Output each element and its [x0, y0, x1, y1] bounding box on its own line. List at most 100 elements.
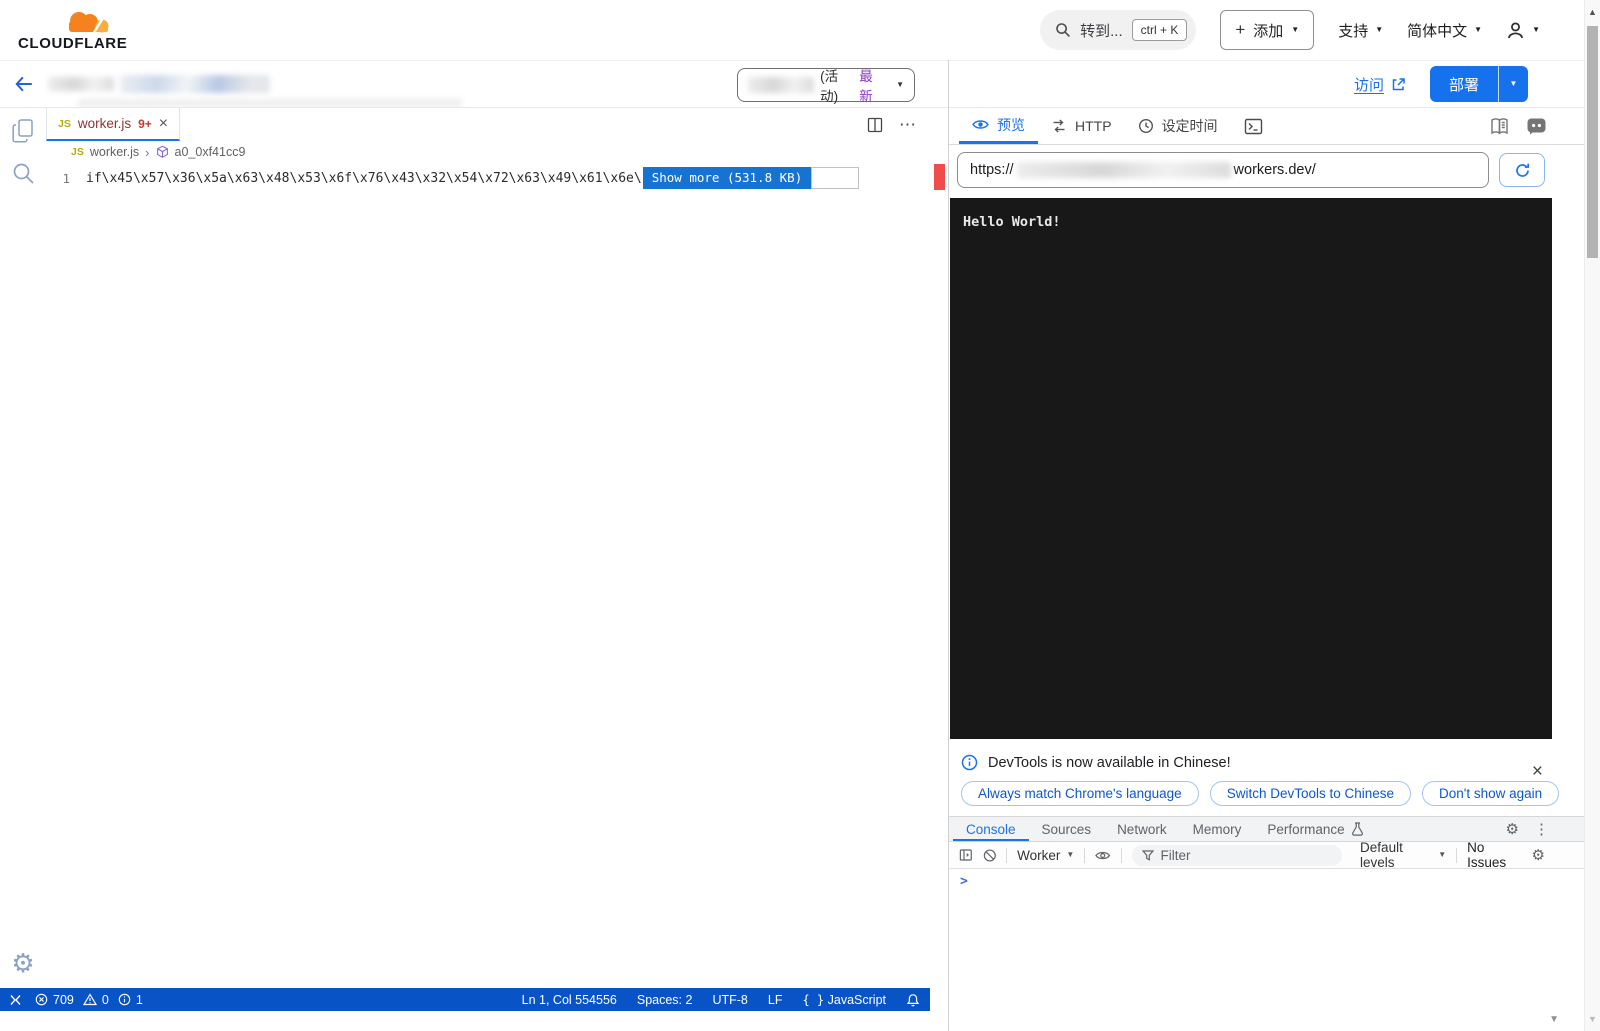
- deploy-button[interactable]: 部署: [1430, 66, 1498, 102]
- console-output[interactable]: >: [949, 869, 1585, 1019]
- preview-frame[interactable]: Hello World!: [950, 198, 1552, 739]
- console-prompt[interactable]: >: [960, 874, 968, 889]
- remote-indicator-icon[interactable]: [8, 993, 23, 1007]
- discord-icon[interactable]: [1526, 117, 1547, 135]
- redacted-worker-name: [120, 75, 270, 93]
- tab-label: Console: [966, 822, 1016, 837]
- info-count: 1: [136, 993, 143, 1007]
- execution-context-dropdown[interactable]: Worker ▼: [1017, 848, 1074, 863]
- language-mode[interactable]: { } JavaScript: [802, 993, 886, 1007]
- tab-schedule-label: 设定时间: [1162, 116, 1218, 136]
- worker-toolbar: (活动) 最新 ▼ 访问 部署 ▼: [0, 60, 1584, 108]
- console-sidebar-icon[interactable]: [959, 848, 973, 862]
- split-editor-icon[interactable]: [867, 117, 883, 133]
- terminal-tab-button[interactable]: [1231, 108, 1276, 144]
- devtools-tab-console[interactable]: Console: [953, 817, 1029, 841]
- preview-panel: 预览 HTTP 设定时间: [949, 108, 1585, 1031]
- devtools-tab-performance[interactable]: Performance: [1254, 817, 1376, 841]
- search-icon: [1055, 22, 1071, 38]
- devtools-menu-icon[interactable]: ⋮: [1534, 822, 1549, 837]
- devtools-tab-bar: Console Sources Network Memory Performan…: [949, 816, 1585, 842]
- problems-indicator[interactable]: 709 0 1: [35, 993, 143, 1007]
- version-dropdown[interactable]: (活动) 最新 ▼: [737, 68, 915, 102]
- refresh-button[interactable]: [1499, 153, 1545, 187]
- issues-counter[interactable]: No Issues: [1467, 840, 1521, 870]
- editor-status-bar: 709 0 1 Ln 1, Col 554556 Spaces: 2 UTF-8…: [0, 988, 930, 1011]
- console-settings-icon[interactable]: ⚙: [1532, 848, 1545, 863]
- tab-schedule[interactable]: 设定时间: [1125, 108, 1231, 144]
- chevron-down-icon: ▼: [1375, 26, 1383, 34]
- notifications-bell-icon[interactable]: [906, 993, 920, 1007]
- page-scrollbar[interactable]: ▲ ▼: [1584, 0, 1600, 1031]
- back-button[interactable]: [14, 75, 34, 93]
- logo-wordmark: CLOUDFLARE: [18, 35, 127, 52]
- settings-gear-icon[interactable]: ⚙: [11, 950, 34, 976]
- banner-close-icon[interactable]: ×: [1532, 762, 1543, 781]
- devtools-language-banner: DevTools is now available in Chinese! ×: [949, 750, 1585, 775]
- tab-worker-js[interactable]: JS worker.js 9+ ×: [46, 108, 180, 141]
- eol-setting[interactable]: LF: [768, 993, 783, 1007]
- cursor-position[interactable]: Ln 1, Col 554556: [522, 993, 617, 1007]
- toolbar-divider: [1456, 848, 1457, 863]
- dont-show-again-button[interactable]: Don't show again: [1422, 781, 1559, 806]
- search-sidebar-icon[interactable]: [11, 161, 36, 186]
- tab-label: Memory: [1193, 822, 1242, 837]
- refresh-icon: [1514, 162, 1531, 179]
- url-prefix: https://: [970, 162, 1014, 178]
- external-link-icon: [1391, 77, 1406, 92]
- switch-chinese-button[interactable]: Switch DevTools to Chinese: [1210, 781, 1411, 806]
- truncated-content-box: [811, 167, 859, 189]
- redacted-subdomain: [1017, 162, 1231, 178]
- show-more-button[interactable]: Show more (531.8 KB): [643, 167, 812, 189]
- match-language-button[interactable]: Always match Chrome's language: [961, 781, 1199, 806]
- redacted-account-name: [48, 77, 114, 91]
- deploy-options-button[interactable]: ▼: [1498, 66, 1528, 102]
- tab-label: Sources: [1042, 822, 1092, 837]
- devtools-settings-icon[interactable]: ⚙: [1506, 822, 1519, 837]
- flask-icon: [1351, 822, 1364, 836]
- devtools-tab-network[interactable]: Network: [1104, 817, 1180, 841]
- global-search[interactable]: 转到... ctrl + K: [1040, 10, 1196, 50]
- clear-console-icon[interactable]: [983, 848, 997, 863]
- editor-tab-bar: JS worker.js 9+ × ⋯: [46, 108, 930, 141]
- language-menu[interactable]: 简体中文 ▼: [1407, 20, 1482, 41]
- devtools-tab-memory[interactable]: Memory: [1180, 817, 1255, 841]
- code-line-1[interactable]: 1 if\x45\x57\x36\x5a\x63\x48\x53\x6f\x76…: [46, 166, 930, 190]
- chevron-down-icon: ▼: [896, 81, 904, 89]
- levels-label: Default levels: [1360, 840, 1432, 870]
- live-expression-eye-icon[interactable]: [1095, 848, 1110, 863]
- encoding-setting[interactable]: UTF-8: [712, 993, 747, 1007]
- files-icon[interactable]: [10, 118, 36, 145]
- devtools-tab-sources[interactable]: Sources: [1029, 817, 1105, 841]
- console-filter-input[interactable]: Filter: [1132, 845, 1343, 866]
- visit-link[interactable]: 访问: [1354, 74, 1406, 95]
- support-menu[interactable]: 支持 ▼: [1338, 20, 1383, 41]
- worker-toolbar-actions: 访问 部署 ▼: [1354, 66, 1528, 102]
- breadcrumb-separator-icon: ›: [145, 145, 149, 160]
- indentation-setting[interactable]: Spaces: 2: [637, 993, 693, 1007]
- tab-preview[interactable]: 预览: [959, 108, 1038, 144]
- code-editor: JS worker.js 9+ × ⋯ JS worker.js › a0_0x…: [46, 108, 930, 988]
- eye-icon: [972, 117, 989, 132]
- tab-http[interactable]: HTTP: [1038, 108, 1125, 144]
- version-latest-label: 最新: [859, 65, 884, 105]
- scroll-down-icon[interactable]: ▼: [1585, 1014, 1600, 1024]
- preview-url-input[interactable]: https:// workers.dev/: [957, 152, 1489, 188]
- more-actions-icon[interactable]: ⋯: [899, 115, 916, 135]
- docs-book-icon[interactable]: [1489, 117, 1510, 136]
- deploy-split-button: 部署 ▼: [1430, 66, 1528, 102]
- cloudflare-logo[interactable]: CLOUDFLARE: [18, 9, 127, 52]
- toolbar-divider: [1006, 848, 1007, 863]
- cloudflare-cloud-icon: [58, 9, 114, 37]
- add-button[interactable]: + 添加 ▼: [1220, 10, 1314, 50]
- search-placeholder: 转到...: [1080, 20, 1123, 41]
- info-icon: [961, 754, 978, 771]
- close-tab-icon[interactable]: ×: [159, 116, 168, 132]
- log-levels-dropdown[interactable]: Default levels ▼: [1360, 840, 1446, 870]
- scroll-up-icon[interactable]: ▲: [1585, 7, 1600, 17]
- editor-breadcrumb[interactable]: JS worker.js › a0_0xf41cc9: [46, 141, 930, 163]
- panel-scroll-down-icon[interactable]: ▼: [1549, 1014, 1559, 1025]
- scrollbar-thumb[interactable]: [1587, 26, 1598, 258]
- editor-overview-ruler[interactable]: [930, 108, 948, 988]
- account-menu[interactable]: ▼: [1506, 21, 1540, 40]
